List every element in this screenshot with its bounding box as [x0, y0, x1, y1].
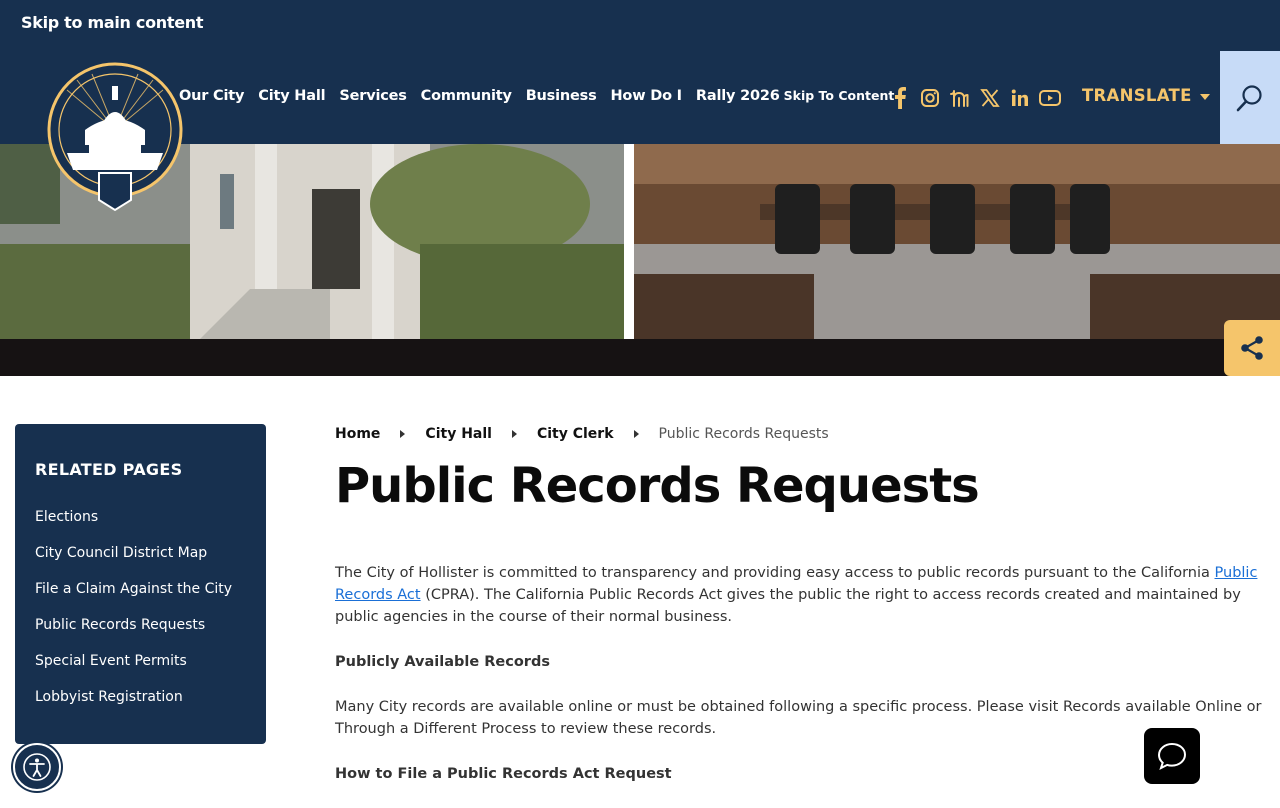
chat-button[interactable] — [1144, 728, 1200, 784]
nav-community[interactable]: Community — [421, 88, 512, 104]
section-heading-how-to-file: How to File a Public Records Act Request — [335, 766, 672, 782]
share-button[interactable] — [1224, 320, 1280, 376]
x-icon[interactable] — [975, 85, 1005, 111]
instagram-icon[interactable] — [915, 85, 945, 111]
main-content: The City of Hollister is committed to tr… — [335, 562, 1270, 808]
chevron-right-icon — [511, 430, 517, 438]
accessibility-button[interactable] — [13, 743, 61, 791]
skip-to-main-link[interactable]: Skip to main content — [21, 13, 204, 32]
accessibility-icon — [23, 753, 51, 781]
sidebar-item-file-claim[interactable]: File a Claim Against the City — [35, 581, 232, 617]
sidebar-item-public-records[interactable]: Public Records Requests — [35, 617, 232, 653]
share-icon — [1241, 336, 1263, 360]
search-button[interactable] — [1220, 51, 1280, 144]
search-icon — [1236, 84, 1262, 111]
breadcrumb-city-clerk[interactable]: City Clerk — [537, 426, 614, 442]
nav-city-hall[interactable]: City Hall — [258, 88, 325, 104]
chevron-right-icon — [400, 430, 406, 438]
breadcrumb-city-hall[interactable]: City Hall — [425, 426, 492, 442]
nav-our-city[interactable]: Our City — [179, 88, 244, 104]
intro-text: The City of Hollister is committed to tr… — [335, 565, 1215, 581]
nav-business[interactable]: Business — [526, 88, 597, 104]
related-pages-list: Elections City Council District Map File… — [35, 509, 232, 725]
sidebar-item-lobbyist[interactable]: Lobbyist Registration — [35, 689, 232, 725]
nav-services[interactable]: Services — [339, 88, 407, 104]
intro-paragraph: The City of Hollister is committed to tr… — [335, 562, 1270, 628]
available-paragraph: Many City records are available online o… — [335, 699, 1262, 737]
caret-down-icon — [1199, 93, 1210, 100]
nav-rally-2026[interactable]: Rally 2026 — [696, 88, 780, 104]
related-pages-sidebar: RELATED PAGES Elections City Council Dis… — [15, 424, 266, 744]
breadcrumb-current: Public Records Requests — [658, 426, 829, 442]
chat-bubble-icon — [1157, 742, 1187, 770]
youtube-icon[interactable] — [1035, 85, 1065, 111]
sidebar-item-elections[interactable]: Elections — [35, 509, 232, 545]
sidebar-item-special-events[interactable]: Special Event Permits — [35, 653, 232, 689]
sidebar-item-district-map[interactable]: City Council District Map — [35, 545, 232, 581]
breadcrumb-home[interactable]: Home — [335, 426, 380, 442]
nav-how-do-i[interactable]: How Do I — [611, 88, 683, 104]
translate-label: TRANSLATE — [1082, 86, 1192, 105]
related-pages-title: RELATED PAGES — [35, 460, 183, 479]
city-logo[interactable] — [47, 50, 183, 214]
skip-to-content-link[interactable]: Skip To Content — [784, 88, 895, 103]
site-header: Skip to main content Our City City Hall … — [0, 0, 1280, 144]
nextdoor-icon[interactable] — [945, 85, 975, 111]
section-heading-available: Publicly Available Records — [335, 654, 550, 670]
page-title: Public Records Requests — [335, 458, 980, 514]
translate-dropdown[interactable]: TRANSLATE — [1082, 86, 1210, 105]
social-links — [885, 85, 1065, 111]
intro-text-continued: (CPRA). The California Public Records Ac… — [335, 587, 1241, 625]
main-nav: Our City City Hall Services Community Bu… — [179, 88, 908, 104]
linkedin-icon[interactable] — [1005, 85, 1035, 111]
chevron-right-icon — [633, 430, 639, 438]
breadcrumb: Home City Hall City Clerk Public Records… — [335, 426, 829, 442]
hero-banner — [0, 144, 1280, 376]
facebook-icon[interactable] — [885, 85, 915, 111]
